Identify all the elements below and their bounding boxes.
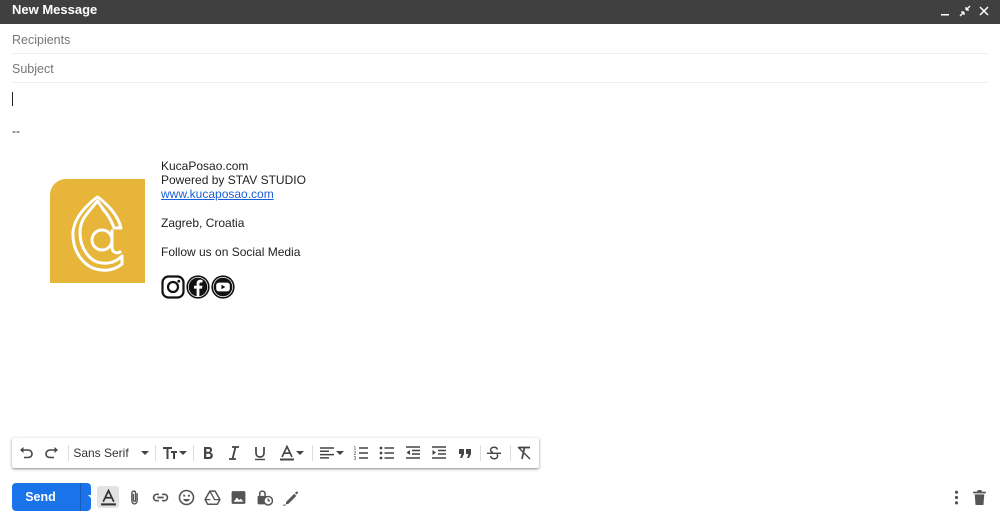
remove-formatting-icon[interactable] <box>514 443 534 463</box>
minimize-icon[interactable] <box>937 3 953 19</box>
emoji-icon[interactable] <box>175 486 197 508</box>
font-select[interactable]: Sans Serif <box>72 443 150 463</box>
toolbar-divider <box>155 445 156 461</box>
photo-icon[interactable] <box>227 486 249 508</box>
text-color-icon[interactable] <box>276 443 306 463</box>
italic-icon[interactable] <box>224 443 244 463</box>
font-select-value: Sans Serif <box>73 446 129 460</box>
exit-full-screen-icon[interactable] <box>957 3 973 19</box>
instagram-icon[interactable] <box>161 275 185 299</box>
subject-placeholder: Subject <box>12 62 54 76</box>
bold-icon[interactable] <box>198 443 218 463</box>
font-size-icon[interactable] <box>160 443 188 463</box>
signature-follow-text: Follow us on Social Media <box>161 245 301 259</box>
recipients-field[interactable]: Recipients <box>12 25 988 54</box>
underline-icon[interactable] <box>250 443 270 463</box>
link-icon[interactable] <box>149 486 171 508</box>
company-logo <box>50 179 145 283</box>
text-cursor[interactable] <box>12 92 13 106</box>
align-icon[interactable] <box>317 443 345 463</box>
toolbar-divider <box>510 445 511 461</box>
title-bar: New Message <box>0 0 1000 24</box>
quote-icon[interactable] <box>455 443 475 463</box>
drive-icon[interactable] <box>201 486 223 508</box>
send-button[interactable]: Send <box>12 483 96 511</box>
toolbar-divider <box>193 445 194 461</box>
more-options-icon[interactable] <box>945 486 967 508</box>
signature-company: KucaPosao.com <box>161 159 249 173</box>
attach-icon[interactable] <box>123 486 145 508</box>
strikethrough-icon[interactable] <box>484 443 504 463</box>
recipients-placeholder: Recipients <box>12 33 71 47</box>
numbered-list-icon[interactable]: 123 <box>351 443 371 463</box>
close-icon[interactable] <box>976 3 992 19</box>
signature-website-link[interactable]: www.kucaposao.com <box>161 187 274 201</box>
signature-separator: -- <box>12 124 20 138</box>
bulleted-list-icon[interactable] <box>377 443 397 463</box>
formatting-toolbar: Sans Serif 123 <box>12 438 539 468</box>
indent-less-icon[interactable] <box>403 443 423 463</box>
send-label: Send <box>25 490 56 504</box>
indent-more-icon[interactable] <box>429 443 449 463</box>
toolbar-divider <box>312 445 313 461</box>
svg-text:3: 3 <box>354 456 357 461</box>
window-title: New Message <box>12 2 98 17</box>
signature-powered-by: Powered by STAV STUDIO <box>161 173 306 187</box>
toolbar-divider <box>68 445 69 461</box>
signature-icon[interactable] <box>279 486 301 508</box>
confidential-mode-icon[interactable] <box>253 486 275 508</box>
undo-icon[interactable] <box>16 443 36 463</box>
youtube-icon[interactable] <box>211 275 235 299</box>
signature-location: Zagreb, Croatia <box>161 216 245 230</box>
subject-field[interactable]: Subject <box>12 54 988 83</box>
facebook-icon[interactable] <box>186 275 210 299</box>
chevron-down-icon <box>140 451 149 455</box>
delete-icon[interactable] <box>968 486 990 508</box>
toolbar-divider <box>480 445 481 461</box>
redo-icon[interactable] <box>42 443 62 463</box>
formatting-options-icon[interactable] <box>97 486 119 508</box>
